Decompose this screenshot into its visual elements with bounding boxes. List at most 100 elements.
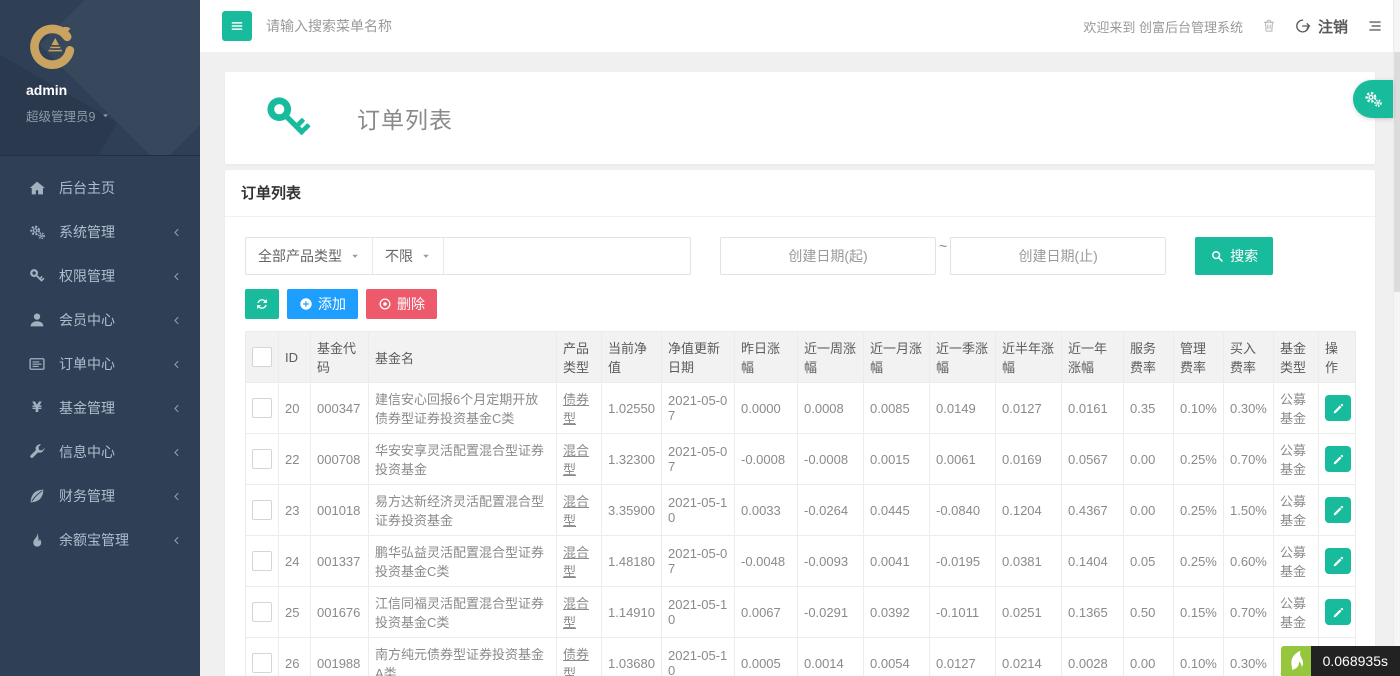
cell-chg_quarter: 0.0149 xyxy=(930,383,996,434)
product-type-value: 全部产品类型 xyxy=(258,246,342,266)
keyword-input[interactable] xyxy=(444,238,690,274)
cell-action xyxy=(1319,587,1356,638)
brand-logo-icon xyxy=(26,20,78,72)
bars-icon xyxy=(1366,17,1384,35)
scope-select[interactable]: 不限 xyxy=(373,238,444,274)
cell-chg_quarter: -0.0840 xyxy=(930,485,996,536)
theme-settings-tab[interactable] xyxy=(1353,80,1393,118)
cell-code: 000708 xyxy=(311,434,369,485)
cell-name: 建信安心回报6个月定期开放债券型证券投资基金C类 xyxy=(369,383,557,434)
sidebar-item-home[interactable]: 后台主页 xyxy=(0,166,200,210)
refresh-button[interactable] xyxy=(245,289,279,319)
table-row: 20000347建信安心回报6个月定期开放债券型证券投资基金C类债券型1.025… xyxy=(246,383,1356,434)
clear-cache-button[interactable] xyxy=(1261,18,1277,34)
menu-search-input[interactable] xyxy=(266,18,526,34)
row-checkbox[interactable] xyxy=(252,602,272,622)
sidebar-item-yuebao[interactable]: 余额宝管理 xyxy=(0,518,200,562)
product-type-select[interactable]: 全部产品类型 xyxy=(246,238,373,274)
sidebar-item-system[interactable]: 系统管理 xyxy=(0,210,200,254)
topbar-right: 欢迎来到 创富后台管理系统 注销 xyxy=(1083,16,1384,37)
cell-nav: 1.14910 xyxy=(602,587,662,638)
hamburger-icon xyxy=(229,18,245,34)
chevron-left-icon xyxy=(171,447,182,458)
cell-code: 001018 xyxy=(311,485,369,536)
edit-row-button[interactable] xyxy=(1325,548,1351,574)
fire-icon xyxy=(28,531,46,549)
gears-icon xyxy=(1363,89,1383,109)
cell-chg_half: 0.0169 xyxy=(996,434,1062,485)
edit-row-button[interactable] xyxy=(1325,599,1351,625)
table-head: ID基金代码基金名产品类型当前净值净值更新日期昨日涨幅近一周涨幅近一月涨幅近一季… xyxy=(246,332,1356,383)
cell-service_fee: 0.50 xyxy=(1124,587,1174,638)
row-checkbox[interactable] xyxy=(252,500,272,520)
refresh-icon xyxy=(255,297,269,311)
select-all-cell xyxy=(246,332,279,383)
collapse-sidebar-button[interactable] xyxy=(222,11,252,41)
add-button[interactable]: 添加 xyxy=(287,289,358,319)
sidebar-item-info[interactable]: 信息中心 xyxy=(0,430,200,474)
cell-nav_date: 2021-05-10 xyxy=(662,638,735,676)
cell-mgmt_fee: 0.10% xyxy=(1174,383,1224,434)
content-area: 订单列表 订单列表 全部产品类型 不限 xyxy=(200,52,1400,676)
row-checkbox[interactable] xyxy=(252,551,272,571)
cell-chg_half: 0.0214 xyxy=(996,638,1062,676)
scrollbar-thumb[interactable] xyxy=(1394,52,1400,292)
sidebar-item-finance[interactable]: 财务管理 xyxy=(0,474,200,518)
theme-switch-button[interactable] xyxy=(1366,17,1384,35)
select-all-checkbox[interactable] xyxy=(252,347,272,367)
cell-type: 债券型 xyxy=(557,638,602,676)
sidebar-item-label: 会员中心 xyxy=(59,310,171,330)
sidebar-item-member[interactable]: 会员中心 xyxy=(0,298,200,342)
sidebar-item-label: 后台主页 xyxy=(59,178,182,198)
date-from-input[interactable] xyxy=(720,237,936,275)
cell-name: 易方达新经济灵活配置混合型证券投资基金 xyxy=(369,485,557,536)
edit-row-button[interactable] xyxy=(1325,446,1351,472)
topbar: 欢迎来到 创富后台管理系统 注销 xyxy=(200,0,1400,52)
cell-name: 南方纯元债券型证券投资基金A类 xyxy=(369,638,557,676)
edit-row-button[interactable] xyxy=(1325,497,1351,523)
cell-chg_half: 0.0127 xyxy=(996,383,1062,434)
row-checkbox[interactable] xyxy=(252,653,272,673)
scope-value: 不限 xyxy=(385,246,413,266)
cell-buy_fee: 1.50% xyxy=(1224,485,1274,536)
cell-service_fee: 0.00 xyxy=(1124,434,1174,485)
sidebar-item-label: 余额宝管理 xyxy=(59,530,171,550)
sidebar-item-order[interactable]: 订单中心 xyxy=(0,342,200,386)
cell-chg_week: -0.0291 xyxy=(798,587,864,638)
sidebar-item-fund[interactable]: ¥ 基金管理 xyxy=(0,386,200,430)
cell-category: 公募基金 xyxy=(1274,434,1319,485)
wrench-icon xyxy=(28,443,46,461)
sidebar-item-permission[interactable]: 权限管理 xyxy=(0,254,200,298)
chevron-left-icon xyxy=(171,315,182,326)
cell-chg_quarter: -0.1011 xyxy=(930,587,996,638)
sidebar-profile: admin 超级管理员9 xyxy=(0,0,200,156)
cell-chg_quarter: 0.0061 xyxy=(930,434,996,485)
page-scrollbar[interactable] xyxy=(1393,0,1400,676)
cell-type: 混合型 xyxy=(557,536,602,587)
filter-row: 全部产品类型 不限 ~ xyxy=(245,237,1355,275)
cell-service_fee: 0.00 xyxy=(1124,638,1174,676)
row-checkbox[interactable] xyxy=(252,449,272,469)
thinkphp-flame-icon[interactable] xyxy=(1281,646,1311,676)
cell-buy_fee: 0.70% xyxy=(1224,434,1274,485)
cell-chg_half: 0.0381 xyxy=(996,536,1062,587)
chevron-left-icon xyxy=(171,359,182,370)
cell-code: 001676 xyxy=(311,587,369,638)
row-checkbox[interactable] xyxy=(252,398,272,418)
date-to-input[interactable] xyxy=(950,237,1166,275)
svg-text:¥: ¥ xyxy=(32,400,42,416)
col-header-chg_week: 近一周涨幅 xyxy=(798,332,864,383)
logout-button[interactable]: 注销 xyxy=(1295,16,1348,37)
cell-code: 001337 xyxy=(311,536,369,587)
cell-chg_quarter: 0.0127 xyxy=(930,638,996,676)
delete-button[interactable]: 删除 xyxy=(366,289,437,319)
edit-row-button[interactable] xyxy=(1325,395,1351,421)
add-label: 添加 xyxy=(318,294,346,314)
sidebar-item-label: 基金管理 xyxy=(59,398,171,418)
cell-nav_date: 2021-05-07 xyxy=(662,383,735,434)
cell-type: 混合型 xyxy=(557,587,602,638)
row-check-cell xyxy=(246,485,279,536)
search-button[interactable]: 搜索 xyxy=(1195,237,1273,275)
role-dropdown[interactable]: 超级管理员9 xyxy=(26,106,200,125)
cell-id: 24 xyxy=(279,536,311,587)
